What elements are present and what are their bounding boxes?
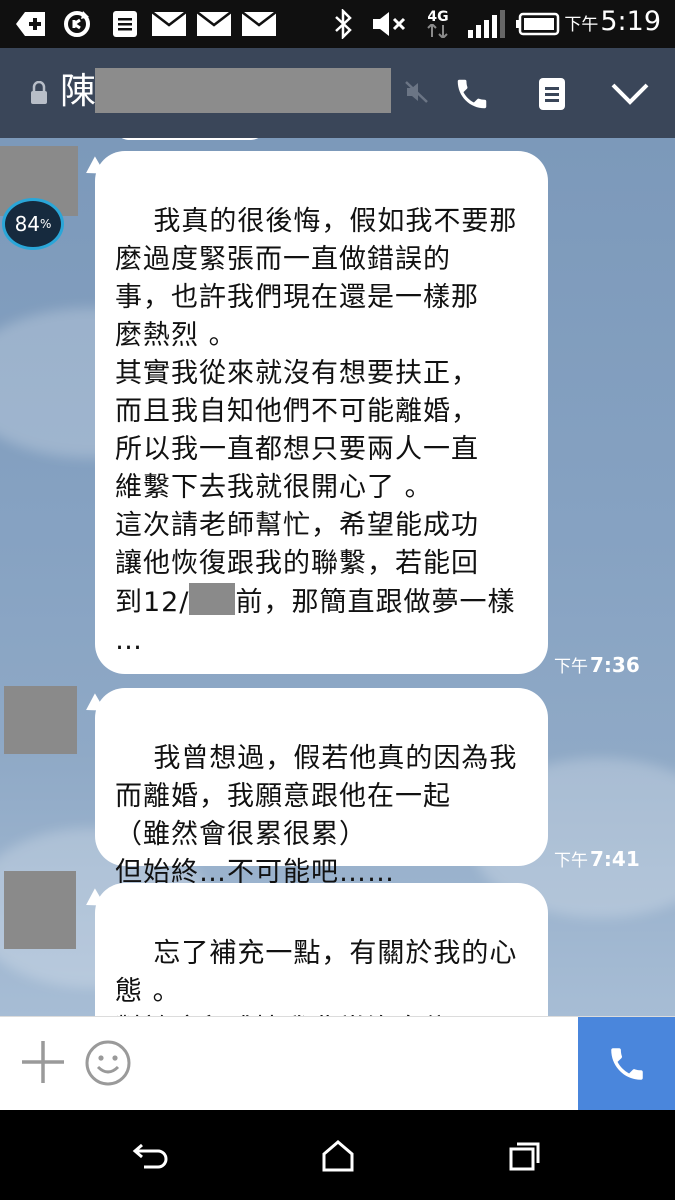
add-icon (14, 10, 48, 38)
avatar[interactable] (4, 686, 77, 754)
plus-icon[interactable] (20, 1039, 66, 1085)
redacted-contact-name (95, 68, 391, 113)
mail-icon (242, 10, 276, 38)
redacted-text (189, 583, 236, 615)
mail-icon (197, 10, 231, 38)
message-text: 我曾想過，假若他真的因為我 而離婚，我願意跟他在一起 （雖然會很累很累） 但始終… (115, 743, 518, 888)
previous-message-bubble (115, 138, 265, 140)
clock-ampm: 下午 (564, 15, 599, 35)
call-button[interactable] (578, 1017, 675, 1111)
clock-time: 5:19 (600, 6, 661, 37)
timestamp-time: 7:41 (590, 847, 640, 871)
battery-widget: 84% (2, 198, 64, 250)
home-icon[interactable] (318, 1136, 358, 1176)
note-icon (108, 10, 142, 38)
message-bubble[interactable]: 我曾想過，假若他真的因為我 而離婚，我願意跟他在一起 （雖然會很累很累） 但始終… (95, 688, 548, 888)
message-bubble[interactable]: 我真的很後悔，假如我不要那 麼過度緊張而一直做錯誤的 事，也許我們現在還是一樣那… (95, 151, 548, 674)
chat-header: 陳 (0, 48, 675, 138)
mute-icon (405, 80, 429, 108)
avatar[interactable] (4, 871, 76, 949)
network-type: 4G (420, 10, 456, 38)
call-icon (610, 1048, 643, 1080)
recents-icon[interactable] (505, 1136, 545, 1176)
message-text: 我真的很後悔，假如我不要那 麼過度緊張而一直做錯誤的 事，也許我們現在還是一樣那… (115, 206, 518, 618)
message-timestamp: 下午 7:41 (554, 846, 640, 871)
mute-icon (370, 10, 408, 38)
call-icon[interactable] (450, 72, 494, 116)
message-timestamp: 下午 7:36 (554, 652, 640, 677)
back-icon[interactable] (130, 1136, 170, 1176)
lock-icon (30, 80, 48, 109)
mail-icon (152, 10, 186, 38)
message-text: 忘了補充一點，有關於我的心 態 。 對於這段感情我非常沒自信， (115, 938, 518, 1016)
status-bar: 4G 下午 5:19 (0, 0, 675, 48)
notes-icon[interactable] (530, 72, 574, 116)
timestamp-ampm: 下午 (554, 851, 588, 871)
chat-area[interactable]: 84% 我真的很後悔，假如我不要那 麼過度緊張而一直做錯誤的 事，也許我們現在還… (0, 138, 675, 1016)
battery-widget-value: 84 (14, 212, 41, 236)
battery-widget-unit: % (40, 217, 52, 231)
bluetooth-icon (332, 9, 356, 39)
timestamp-time: 7:36 (590, 653, 640, 677)
message-bubble[interactable]: 忘了補充一點，有關於我的心 態 。 對於這段感情我非常沒自信， (95, 883, 548, 1016)
timestamp-ampm: 下午 (554, 657, 588, 677)
contact-name: 陳 (60, 71, 97, 112)
sync-icon (60, 10, 94, 38)
chevron-down-icon[interactable] (608, 72, 652, 116)
system-nav-bar (0, 1110, 675, 1200)
emoji-icon[interactable] (84, 1039, 132, 1087)
signal-icon (466, 10, 506, 38)
battery-icon (516, 10, 560, 38)
clock: 下午 5:19 (564, 6, 661, 42)
message-input-bar (0, 1016, 675, 1111)
